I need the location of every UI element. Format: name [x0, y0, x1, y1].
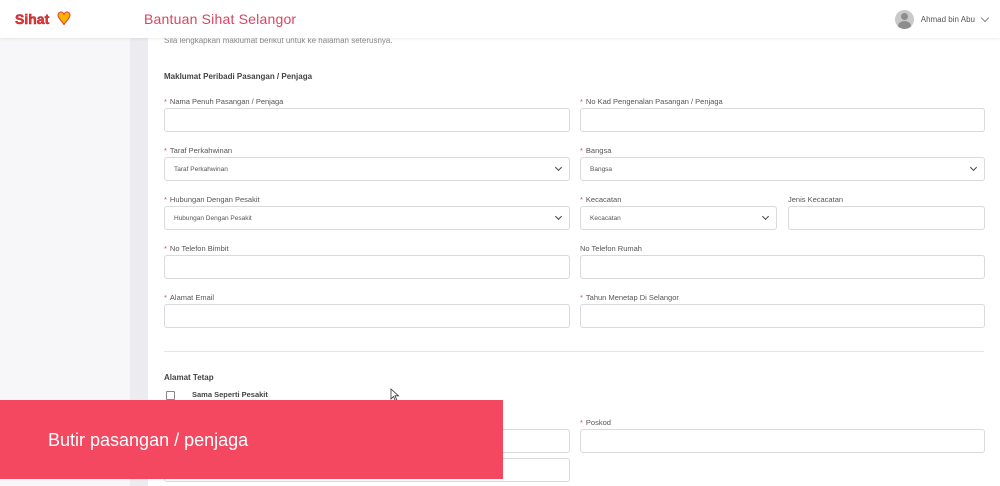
- marital-status-value: Taraf Perkahwinan: [174, 166, 228, 173]
- chevron-down-icon: [969, 163, 978, 172]
- email-input[interactable]: [164, 304, 570, 328]
- disability-value: Kecacatan: [590, 215, 621, 222]
- label-disability-type: Jenis Kecacatan: [788, 195, 844, 204]
- label-years-in-selangor: * Tahun Menetap Di Selangor: [580, 293, 679, 302]
- relationship-value: Hubungan Dengan Pesakit: [174, 215, 252, 222]
- chevron-down-icon: [554, 163, 563, 172]
- logo-text: Sihat: [15, 11, 50, 27]
- label-full-name: * Nama Penuh Pasangan / Penjaga: [164, 97, 284, 106]
- disability-select[interactable]: Kecacatan: [580, 206, 777, 230]
- label-email: * Alamat Email: [164, 293, 215, 302]
- caption-text: Butir pasangan / penjaga: [48, 430, 249, 450]
- avatar[interactable]: [894, 9, 914, 29]
- full-name-input[interactable]: [164, 108, 570, 132]
- relationship-select[interactable]: Hubungan Dengan Pesakit: [164, 206, 570, 230]
- label-race: * Bangsa: [580, 146, 612, 155]
- disability-type-input[interactable]: [788, 206, 985, 230]
- postcode-input[interactable]: [580, 429, 985, 453]
- ic-number-input[interactable]: [580, 108, 985, 132]
- chevron-down-icon: [554, 212, 563, 221]
- label-marital-status: * Taraf Perkahwinan: [164, 146, 233, 155]
- chevron-down-icon[interactable]: [980, 13, 990, 22]
- chevron-down-icon: [761, 212, 770, 221]
- same-as-patient-label[interactable]: Sama Seperti Pesakit: [192, 390, 268, 399]
- label-ic-number: * No Kad Pengenalan Pasangan / Penjaga: [580, 97, 723, 106]
- label-relationship: * Hubungan Dengan Pesakit: [164, 195, 260, 204]
- app-title: Bantuan Sihat Selangor: [144, 11, 297, 27]
- marital-status-select[interactable]: Taraf Perkahwinan: [164, 157, 570, 181]
- mobile-phone-input[interactable]: [164, 255, 570, 279]
- race-value: Bangsa: [590, 166, 613, 173]
- user-name[interactable]: Ahmad bin Abu: [921, 15, 975, 24]
- home-phone-input[interactable]: [580, 255, 985, 279]
- section-title-address: Alamat Tetap: [164, 373, 214, 382]
- top-bar: Sihat Bantuan Sihat Selangor Ahmad bin A…: [0, 0, 1000, 38]
- label-home-phone: No Telefon Rumah: [580, 244, 642, 253]
- years-in-selangor-input[interactable]: [580, 304, 985, 328]
- label-postcode: * Poskod: [580, 418, 611, 427]
- user-menu[interactable]: Ahmad bin Abu: [894, 9, 990, 29]
- race-select[interactable]: Bangsa: [580, 157, 985, 181]
- label-disability: * Kecacatan: [580, 195, 622, 204]
- section-title-personal: Maklumat Peribadi Pasangan / Penjaga: [164, 72, 313, 81]
- caption-banner: Butir pasangan / penjaga: [0, 400, 503, 479]
- sihat-logo[interactable]: Sihat: [14, 9, 76, 29]
- same-as-patient-checkbox[interactable]: [166, 391, 175, 400]
- label-mobile-phone: * No Telefon Bimbit: [164, 244, 229, 253]
- divider: [164, 351, 984, 352]
